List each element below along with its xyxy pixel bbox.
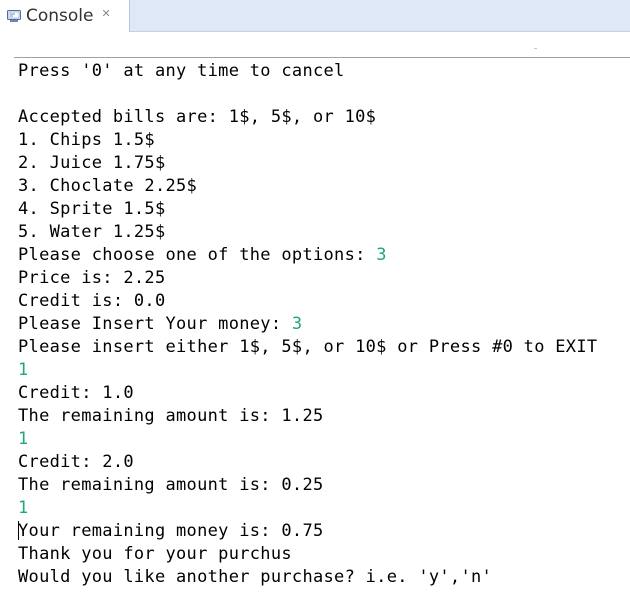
console-output-text: Price is: 2.25 [18, 268, 166, 288]
console-line: 1 [18, 359, 628, 382]
console-output-text: Please choose one of the options: [18, 245, 377, 265]
view-tab-bar: Console ✕ [0, 0, 630, 32]
console-line: Would you like another purchase? i.e. 'y… [18, 566, 628, 589]
console-line: Your remaining money is: 0.75 [18, 520, 628, 543]
console-line: Credit is: 0.0 [18, 290, 628, 313]
console-line: Thank you for your purchus [18, 543, 628, 566]
console-line: The remaining amount is: 1.25 [18, 405, 628, 428]
console-line: 3. Choclate 2.25$ [18, 175, 628, 198]
console-line: 5. Water 1.25$ [18, 221, 628, 244]
console-user-input: 1 [18, 360, 29, 380]
console-user-input: 3 [376, 245, 387, 265]
console-icon [6, 8, 22, 24]
console-line: 1 [18, 497, 628, 520]
console-output-text: Credit is: 0.0 [18, 291, 166, 311]
console-output-text: Credit: 2.0 [18, 452, 134, 472]
console-line: Please choose one of the options: 3 [18, 244, 628, 267]
console-line: Please insert either 1$, 5$, or 10$ or P… [18, 336, 628, 359]
console-line: The remaining amount is: 0.25 [18, 474, 628, 497]
console-line: Please Insert Your money: 3 [18, 313, 628, 336]
console-line: 2. Juice 1.75$ [18, 152, 628, 175]
console-line: 1. Chips 1.5$ [18, 129, 628, 152]
console-toolbar [0, 32, 630, 56]
console-output-text: Accepted bills are: 1$, 5$, or 10$ [18, 107, 377, 127]
console-divider [14, 57, 630, 58]
console-user-input: 1 [18, 429, 29, 449]
console-user-input: 1 [18, 498, 29, 518]
console-output-text: 3. Choclate 2.25$ [18, 176, 198, 196]
tab-console-label: Console [26, 6, 94, 26]
console-user-input: 3 [291, 314, 303, 334]
console-line: Press '0' at any time to cancel [18, 60, 628, 83]
console-output-text: Thank you for your purchus [18, 544, 292, 564]
tab-console[interactable]: Console ✕ [0, 0, 130, 32]
close-icon[interactable]: ✕ [102, 7, 111, 20]
console-line: Credit: 1.0 [18, 382, 628, 405]
toolbar-separator [534, 48, 537, 49]
console-line: Credit: 2.0 [18, 451, 628, 474]
console-output-text: Your remaining money is: 0.75 [18, 521, 324, 541]
console-line: Price is: 2.25 [18, 267, 628, 290]
console-output-text: 4. Sprite 1.5$ [18, 199, 166, 219]
console-line: Accepted bills are: 1$, 5$, or 10$ [18, 106, 628, 129]
console-output-text: Would you like another purchase? i.e. 'y… [18, 567, 493, 587]
console-output-text: 5. Water 1.25$ [18, 222, 166, 242]
console-output-text: 1. Chips 1.5$ [18, 130, 155, 150]
console-output-text: The remaining amount is: 1.25 [18, 406, 324, 426]
console-output-text: Press '0' at any time to cancel [18, 61, 345, 81]
console-line: 1 [18, 428, 628, 451]
console-output-text: Credit: 1.0 [18, 383, 134, 403]
console-output-text: 2. Juice 1.75$ [18, 153, 166, 173]
console-output-text: Please Insert Your money: [18, 314, 292, 334]
console-output-text: Please insert either 1$, 5$, or 10$ or P… [18, 337, 598, 357]
console-line: 4. Sprite 1.5$ [18, 198, 628, 221]
console-output-text: The remaining amount is: 0.25 [18, 475, 324, 495]
console-output[interactable]: Press '0' at any time to cancel Accepted … [18, 60, 628, 589]
